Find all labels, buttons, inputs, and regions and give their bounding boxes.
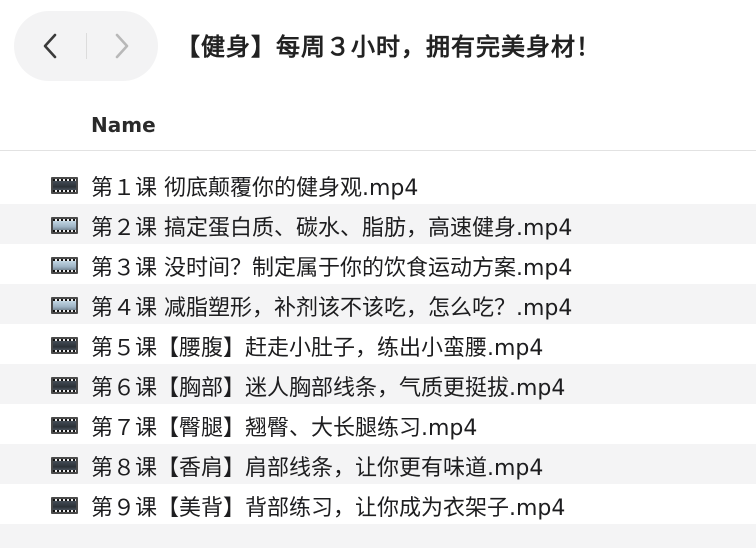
finder-window: 【健身】每周３小时，拥有完美身材！ Name 第１课 彻底颠覆你的健身观.mp4… [0, 0, 756, 548]
file-row[interactable]: 第８课【香肩】肩部线条，让你更有味道.mp4 [0, 444, 756, 484]
file-row[interactable]: 第３课 没时间？制定属于你的饮食运动方案.mp4 [0, 244, 756, 284]
chevron-left-icon [43, 33, 57, 59]
forward-button[interactable] [86, 11, 158, 81]
window-title: 【健身】每周３小时，拥有完美身材！ [176, 33, 601, 61]
file-name: 第２课 搞定蛋白质、碳水、脂肪，高速健身.mp4 [91, 216, 573, 241]
video-file-icon [51, 337, 78, 354]
file-name: 第９课【美背】背部练习，让你成为衣架子.mp4 [91, 496, 566, 521]
column-header-row: Name [0, 100, 756, 151]
empty-row-stripe [0, 524, 756, 548]
video-file-icon [51, 457, 78, 474]
file-row[interactable]: 第６课【胸部】迷人胸部线条，气质更挺拔.mp4 [0, 364, 756, 404]
file-row[interactable]: 第２课 搞定蛋白质、碳水、脂肪，高速健身.mp4 [0, 204, 756, 244]
video-file-icon [51, 417, 78, 434]
file-name: 第６课【胸部】迷人胸部线条，气质更挺拔.mp4 [91, 376, 566, 401]
video-file-icon [51, 297, 78, 314]
chevron-right-icon [115, 33, 129, 59]
video-file-icon [51, 177, 78, 194]
navigation-buttons [14, 11, 158, 81]
video-file-icon [51, 217, 78, 234]
file-row[interactable]: 第９课【美背】背部练习，让你成为衣架子.mp4 [0, 484, 756, 524]
file-name: 第７课【臀腿】翘臀、大长腿练习.mp4 [91, 416, 478, 441]
file-name: 第５课【腰腹】赶走小肚子，练出小蛮腰.mp4 [91, 336, 544, 361]
video-file-icon [51, 497, 78, 514]
toolbar: 【健身】每周３小时，拥有完美身材！ [0, 0, 756, 92]
back-button[interactable] [14, 11, 86, 81]
video-file-icon [51, 377, 78, 394]
file-list: 第１课 彻底颠覆你的健身观.mp4 第２课 搞定蛋白质、碳水、脂肪，高速健身.m… [0, 164, 756, 524]
file-name: 第１课 彻底颠覆你的健身观.mp4 [91, 176, 419, 201]
file-name: 第４课 减脂塑形，补剂该不该吃，怎么吃？.mp4 [91, 296, 573, 321]
video-file-icon [51, 257, 78, 274]
file-row[interactable]: 第５课【腰腹】赶走小肚子，练出小蛮腰.mp4 [0, 324, 756, 364]
file-row[interactable]: 第７课【臀腿】翘臀、大长腿练习.mp4 [0, 404, 756, 444]
column-header-name[interactable]: Name [91, 113, 156, 137]
file-row[interactable]: 第４课 减脂塑形，补剂该不该吃，怎么吃？.mp4 [0, 284, 756, 324]
file-row[interactable]: 第１课 彻底颠覆你的健身观.mp4 [0, 164, 756, 204]
file-name: 第８课【香肩】肩部线条，让你更有味道.mp4 [91, 456, 544, 481]
file-name: 第３课 没时间？制定属于你的饮食运动方案.mp4 [91, 256, 573, 281]
